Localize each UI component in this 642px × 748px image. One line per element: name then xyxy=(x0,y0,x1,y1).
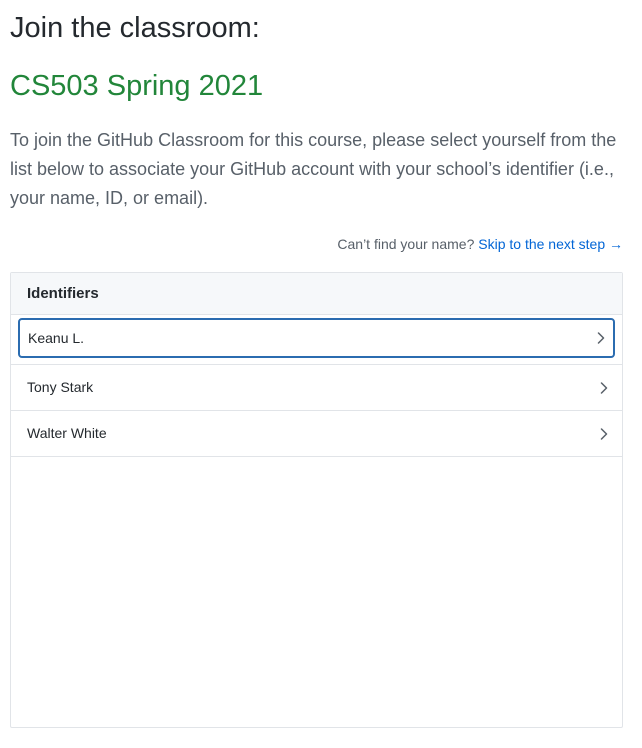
identifier-row-walter[interactable]: Walter White xyxy=(11,411,622,457)
identifier-label: Walter White xyxy=(27,425,107,441)
chevron-right-icon xyxy=(597,332,605,344)
identifier-label: Keanu L. xyxy=(28,330,85,346)
identifiers-panel: Identifiers Keanu L. Tony Stark Walter W… xyxy=(10,272,623,728)
identifiers-heading: Identifiers xyxy=(11,273,622,315)
chevron-right-icon xyxy=(600,381,608,394)
skip-row: Can’t find your name? Skip to the next s… xyxy=(10,234,623,254)
identifier-row-keanu[interactable]: Keanu L. xyxy=(18,318,615,358)
course-name: CS503 Spring 2021 xyxy=(10,70,264,102)
identifier-label: Tony Stark xyxy=(27,379,94,395)
page-title: Join the classroom: xyxy=(10,12,260,44)
identifier-row-tony[interactable]: Tony Stark xyxy=(11,365,622,411)
intro-text: To join the GitHub Classroom for this co… xyxy=(10,130,617,208)
identifier-row-wrapper: Keanu L. xyxy=(11,318,622,365)
skip-next-step-link[interactable]: Skip to the next step → xyxy=(478,236,623,252)
skip-prompt: Can’t find your name? xyxy=(337,236,475,252)
chevron-right-icon xyxy=(600,427,608,440)
join-page: Join the classroom: CS503 Spring 2021 To… xyxy=(10,0,623,728)
